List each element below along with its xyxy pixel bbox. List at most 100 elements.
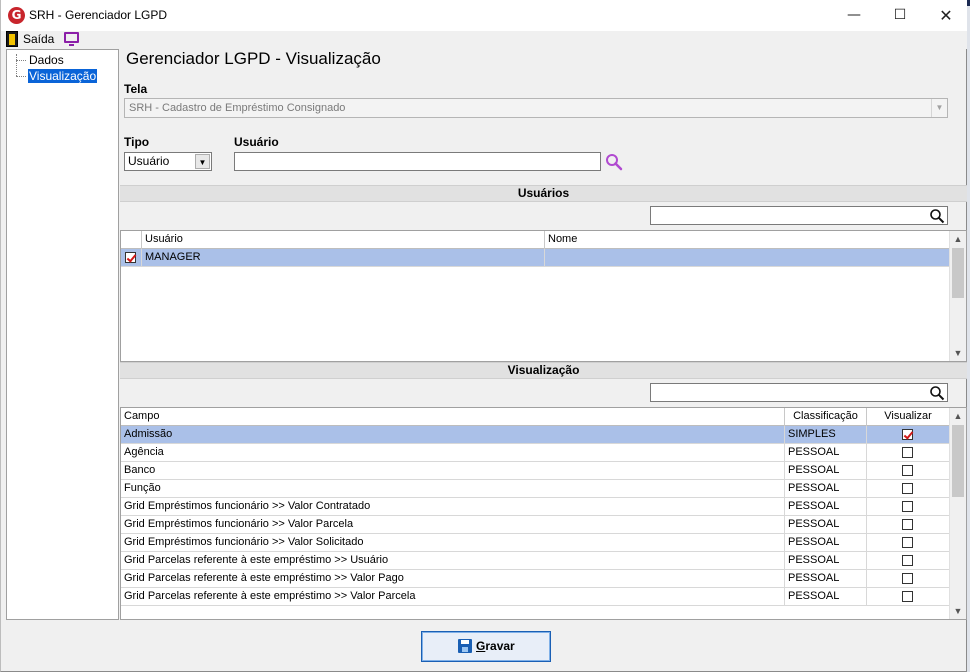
visualizar-checkbox[interactable] (902, 429, 913, 440)
visualizar-checkbox[interactable] (902, 483, 913, 494)
tree-item-visualizacao[interactable]: Visualização (28, 69, 98, 83)
view-filter-input[interactable] (650, 383, 948, 402)
users-column-usuario[interactable]: Usuário (142, 231, 545, 249)
campo-cell: Grid Empréstimos funcionário >> Valor Pa… (121, 516, 785, 534)
classificacao-cell: PESSOAL (785, 570, 867, 588)
table-row[interactable]: Grid Parcelas referente à este empréstim… (121, 588, 950, 606)
view-grid: Campo Classificação Visualizar Admissão S… (120, 407, 967, 620)
scroll-thumb[interactable] (952, 425, 964, 497)
visualizar-checkbox[interactable] (902, 501, 913, 512)
close-button[interactable]: ✕ (923, 0, 969, 31)
table-row[interactable]: Banco PESSOAL (121, 462, 950, 480)
classificacao-cell: PESSOAL (785, 444, 867, 462)
visualizar-checkbox[interactable] (902, 537, 913, 548)
search-icon[interactable] (929, 385, 945, 401)
monitor-icon[interactable] (64, 32, 79, 46)
visualizar-cell (867, 570, 950, 588)
scroll-down-icon[interactable]: ▼ (950, 345, 966, 361)
campo-cell: Agência (121, 444, 785, 462)
scroll-up-icon[interactable]: ▲ (950, 231, 966, 247)
scroll-down-icon[interactable]: ▼ (950, 603, 966, 619)
visualizar-checkbox[interactable] (902, 591, 913, 602)
page-title: Gerenciador LGPD - Visualização (126, 49, 381, 68)
user-checkbox[interactable] (125, 252, 136, 263)
users-section-header: Usuários (120, 185, 967, 202)
visualizar-cell (867, 552, 950, 570)
tela-select-value: SRH - Cadastro de Empréstimo Consignado (129, 102, 346, 114)
campo-cell: Banco (121, 462, 785, 480)
visualizar-cell (867, 516, 950, 534)
visualizar-checkbox[interactable] (902, 519, 913, 530)
search-icon[interactable] (929, 208, 945, 224)
tipo-select[interactable]: Usuário ▼ (124, 152, 212, 171)
view-column-campo[interactable]: Campo (121, 408, 785, 426)
classificacao-cell: PESSOAL (785, 516, 867, 534)
campo-cell: Grid Parcelas referente à este empréstim… (121, 570, 785, 588)
main-window: G SRH - Gerenciador LGPD — ☐ ✕ Saída Dad… (0, 0, 967, 672)
users-check-column (121, 231, 142, 249)
table-row[interactable]: Grid Parcelas referente à este empréstim… (121, 570, 950, 588)
visualizar-checkbox[interactable] (902, 447, 913, 458)
table-row[interactable]: Agência PESSOAL (121, 444, 950, 462)
view-grid-header: Campo Classificação Visualizar (121, 408, 950, 426)
exit-door-icon[interactable] (6, 31, 18, 47)
users-grid-header: Usuário Nome (121, 231, 950, 249)
user-nome-cell (545, 249, 950, 267)
tela-label: Tela (124, 82, 148, 96)
navigation-tree: Dados Visualização (6, 49, 119, 620)
users-column-nome[interactable]: Nome (545, 231, 950, 249)
usuario-label: Usuário (234, 135, 279, 149)
visualizar-checkbox[interactable] (902, 555, 913, 566)
chevron-down-icon[interactable]: ▼ (931, 99, 947, 117)
users-scrollbar[interactable]: ▲ ▼ (949, 231, 966, 361)
view-column-classificacao[interactable]: Classificação (785, 408, 867, 426)
visualizar-checkbox[interactable] (902, 465, 913, 476)
user-usuario-cell: MANAGER (142, 249, 545, 267)
save-button[interactable]: Gravar (421, 631, 551, 662)
visualizar-cell (867, 498, 950, 516)
table-row[interactable]: Grid Empréstimos funcionário >> Valor So… (121, 534, 950, 552)
campo-cell: Admissão (121, 426, 785, 444)
classificacao-cell: PESSOAL (785, 498, 867, 516)
classificacao-cell: PESSOAL (785, 480, 867, 498)
classificacao-cell: PESSOAL (785, 462, 867, 480)
tipo-label: Tipo (124, 135, 150, 149)
usuario-input[interactable] (234, 152, 601, 171)
tree-item-dados[interactable]: Dados (28, 53, 65, 67)
campo-cell: Grid Parcelas referente à este empréstim… (121, 552, 785, 570)
table-row[interactable]: Grid Parcelas referente à este empréstim… (121, 552, 950, 570)
visualizar-cell (867, 534, 950, 552)
scroll-thumb[interactable] (952, 248, 964, 298)
exit-button[interactable]: Saída (23, 32, 54, 46)
campo-cell: Função (121, 480, 785, 498)
table-row[interactable]: Grid Empréstimos funcionário >> Valor Pa… (121, 516, 950, 534)
view-column-visualizar[interactable]: Visualizar (867, 408, 950, 426)
app-logo-icon: G (8, 7, 25, 24)
visualizar-cell (867, 462, 950, 480)
save-disk-icon (458, 639, 472, 653)
table-row[interactable]: MANAGER (121, 249, 950, 267)
visualizar-cell (867, 588, 950, 606)
table-row[interactable]: Grid Empréstimos funcionário >> Valor Co… (121, 498, 950, 516)
minimize-button[interactable]: — (831, 0, 877, 31)
view-scrollbar[interactable]: ▲ ▼ (949, 408, 966, 619)
view-section-header: Visualização (120, 362, 967, 379)
campo-cell: Grid Empréstimos funcionário >> Valor So… (121, 534, 785, 552)
toolbar: Saída (2, 31, 967, 49)
table-row[interactable]: Admissão SIMPLES (121, 426, 950, 444)
users-filter-input[interactable] (650, 206, 948, 225)
scroll-up-icon[interactable]: ▲ (950, 408, 966, 424)
search-icon[interactable] (605, 153, 623, 171)
chevron-down-icon[interactable]: ▼ (195, 154, 210, 169)
classificacao-cell: SIMPLES (785, 426, 867, 444)
tela-select[interactable]: SRH - Cadastro de Empréstimo Consignado … (124, 98, 948, 118)
visualizar-cell (867, 480, 950, 498)
tipo-select-value: Usuário (128, 154, 170, 168)
title-bar[interactable]: G SRH - Gerenciador LGPD — ☐ ✕ (1, 0, 967, 31)
maximize-button[interactable]: ☐ (877, 0, 923, 31)
users-grid: Usuário Nome MANAGER ▲ ▼ (120, 230, 967, 362)
visualizar-checkbox[interactable] (902, 573, 913, 584)
table-row[interactable]: Função PESSOAL (121, 480, 950, 498)
classificacao-cell: PESSOAL (785, 588, 867, 606)
classificacao-cell: PESSOAL (785, 552, 867, 570)
